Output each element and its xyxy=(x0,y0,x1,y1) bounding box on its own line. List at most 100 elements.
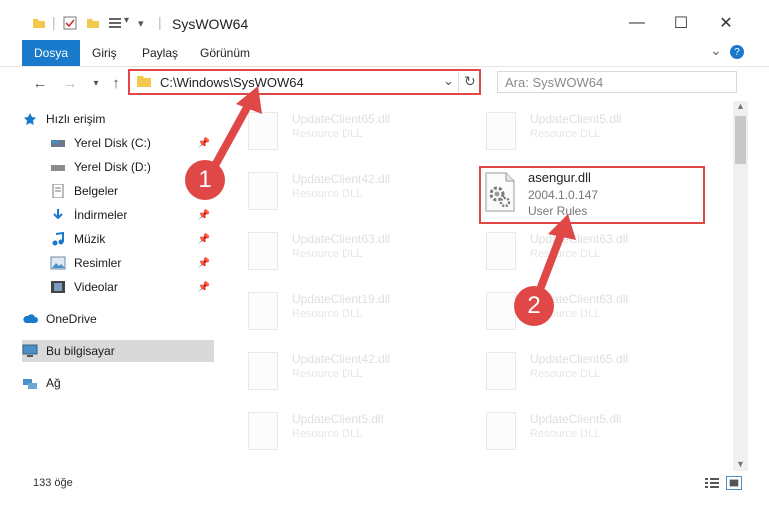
dll-file-icon xyxy=(248,412,278,450)
pin-icon[interactable]: 📌 xyxy=(198,138,210,149)
quick-access-toolbar-chevron-icon[interactable]: ▾ xyxy=(138,17,144,30)
scroll-down-icon[interactable]: ▼ xyxy=(736,459,745,469)
forward-arrow-icon[interactable]: → xyxy=(60,73,80,93)
pin-icon[interactable]: 📌 xyxy=(198,282,210,293)
sidebar-item-drive-c[interactable]: Yerel Disk (C:) 📌 xyxy=(50,132,214,154)
new-folder-icon[interactable] xyxy=(86,16,100,30)
file-item[interactable]: UpdateClient63.dll Resource DLL xyxy=(478,226,708,278)
pin-icon[interactable]: 📌 xyxy=(198,258,210,269)
sidebar-item-music[interactable]: Müzik 📌 xyxy=(50,228,214,250)
file-description: Resource DLL xyxy=(292,428,363,440)
tab-giris[interactable]: Giriş xyxy=(80,40,129,66)
sidebar-item-label: Yerel Disk (D:) xyxy=(74,160,151,174)
dll-file-icon xyxy=(486,112,516,150)
file-highlight-box xyxy=(479,166,705,224)
file-name: UpdateClient5.dll xyxy=(530,112,622,126)
sidebar-item-label: Yerel Disk (C:) xyxy=(74,136,151,150)
scrollbar-thumb[interactable] xyxy=(735,116,746,164)
file-name: UpdateClient65.dll xyxy=(292,112,391,126)
cloud-icon xyxy=(23,314,38,323)
file-item[interactable]: UpdateClient65.dll Resource DLL xyxy=(240,106,470,158)
dll-file-icon xyxy=(486,232,516,270)
file-name: UpdateClient63.dll xyxy=(530,232,629,246)
address-divider xyxy=(458,71,459,93)
ribbon-collapse-chevron-icon[interactable]: ⌄ xyxy=(710,42,722,59)
dll-file-icon xyxy=(248,232,278,270)
refresh-icon[interactable]: ↻ xyxy=(464,73,476,90)
document-icon xyxy=(52,184,64,198)
tab-gorunum[interactable]: Görünüm xyxy=(188,40,262,66)
sidebar-item-label: Hızlı erişim xyxy=(46,112,106,126)
file-description: Resource DLL xyxy=(530,428,601,440)
drive-icon xyxy=(51,140,65,147)
file-item[interactable]: UpdateClient42.dll Resource DLL xyxy=(240,166,470,218)
sidebar-item-quick-access[interactable]: Hızlı erişim xyxy=(22,108,214,130)
maximize-button[interactable]: ☐ xyxy=(666,10,696,36)
folder-icon xyxy=(33,19,45,28)
pin-icon[interactable]: 📌 xyxy=(198,210,210,221)
sidebar-item-onedrive[interactable]: OneDrive xyxy=(22,308,214,330)
sidebar-item-label: Bu bilgisayar xyxy=(46,344,115,358)
quick-access-dropdown[interactable]: ▾ xyxy=(124,15,129,26)
star-icon xyxy=(24,113,36,125)
address-dropdown-chevron-icon[interactable]: ⌄ xyxy=(443,73,454,89)
file-item[interactable]: UpdateClient19.dll Resource DLL xyxy=(240,286,470,338)
file-item[interactable]: UpdateClient42.dll Resource DLL xyxy=(240,346,470,398)
sidebar-item-label: OneDrive xyxy=(46,312,97,326)
file-name: UpdateClient63.dll xyxy=(292,232,391,246)
file-description: Resource DLL xyxy=(530,248,601,260)
file-item[interactable]: UpdateClient65.dll Resource DLL xyxy=(478,346,708,398)
picture-icon xyxy=(50,256,66,270)
file-description: Resource DLL xyxy=(530,368,601,380)
dll-file-icon xyxy=(248,292,278,330)
dll-file-icon xyxy=(248,112,278,150)
dll-file-icon xyxy=(248,172,278,210)
pin-icon[interactable]: 📌 xyxy=(198,234,210,245)
scroll-up-icon[interactable]: ▲ xyxy=(736,101,745,111)
sidebar-item-label: Resimler xyxy=(74,256,122,270)
customize-icon[interactable] xyxy=(108,16,122,30)
back-arrow-icon[interactable]: ← xyxy=(30,73,50,93)
file-description: Resource DLL xyxy=(292,128,363,140)
dll-file-icon xyxy=(486,412,516,450)
sidebar-item-this-pc[interactable]: Bu bilgisayar xyxy=(22,340,214,362)
up-arrow-icon[interactable]: ↑ xyxy=(106,73,126,93)
sidebar-item-label: İndirmeler xyxy=(74,208,128,222)
close-button[interactable]: ✕ xyxy=(711,10,741,36)
sidebar-item-videos[interactable]: Videolar 📌 xyxy=(50,276,214,298)
file-item[interactable]: UpdateClient63.dll Resource DLL xyxy=(240,226,470,278)
properties-icon[interactable] xyxy=(63,16,77,30)
search-input[interactable]: Ara: SysWOW64 xyxy=(505,75,603,90)
callout-badge-1: 1 xyxy=(185,160,225,200)
sidebar-item-label: Belgeler xyxy=(74,184,119,198)
file-name: UpdateClient42.dll xyxy=(292,172,391,186)
file-name: UpdateClient42.dll xyxy=(292,352,391,366)
file-item[interactable]: UpdateClient63.dll Resource DLL xyxy=(478,286,708,338)
tab-dosya[interactable]: Dosya xyxy=(22,40,81,66)
sidebar-item-downloads[interactable]: İndirmeler 📌 xyxy=(50,204,214,226)
file-name: UpdateClient19.dll xyxy=(292,292,391,306)
file-name: UpdateClient65.dll xyxy=(530,352,629,366)
address-path[interactable]: C:\Windows\SysWOW64 xyxy=(160,75,304,90)
file-item[interactable]: UpdateClient5.dll Resource DLL xyxy=(478,106,708,158)
folder-icon xyxy=(137,76,151,87)
separator: | xyxy=(52,14,56,30)
status-bar xyxy=(0,471,769,493)
recent-locations-chevron-icon[interactable]: ▾ xyxy=(86,73,106,93)
file-item[interactable]: UpdateClient5.dll Resource DLL xyxy=(478,406,708,458)
file-description: Resource DLL xyxy=(292,308,363,320)
large-icons-view-icon[interactable] xyxy=(726,476,742,490)
details-view-icon[interactable] xyxy=(704,476,720,490)
file-name: UpdateClient5.dll xyxy=(292,412,384,426)
file-name: UpdateClient5.dll xyxy=(530,412,622,426)
dll-file-icon xyxy=(248,352,278,390)
file-item[interactable]: UpdateClient5.dll Resource DLL xyxy=(240,406,470,458)
download-arrow-icon xyxy=(53,209,63,220)
tab-paylas[interactable]: Paylaş xyxy=(130,40,190,66)
minimize-button[interactable]: — xyxy=(622,10,652,36)
help-icon[interactable]: ? xyxy=(730,45,744,59)
callout-badge-2: 2 xyxy=(514,286,554,326)
sidebar-item-label: Videolar xyxy=(74,280,118,294)
sidebar-item-network[interactable]: Ağ xyxy=(22,372,214,394)
sidebar-item-pictures[interactable]: Resimler 📌 xyxy=(50,252,214,274)
